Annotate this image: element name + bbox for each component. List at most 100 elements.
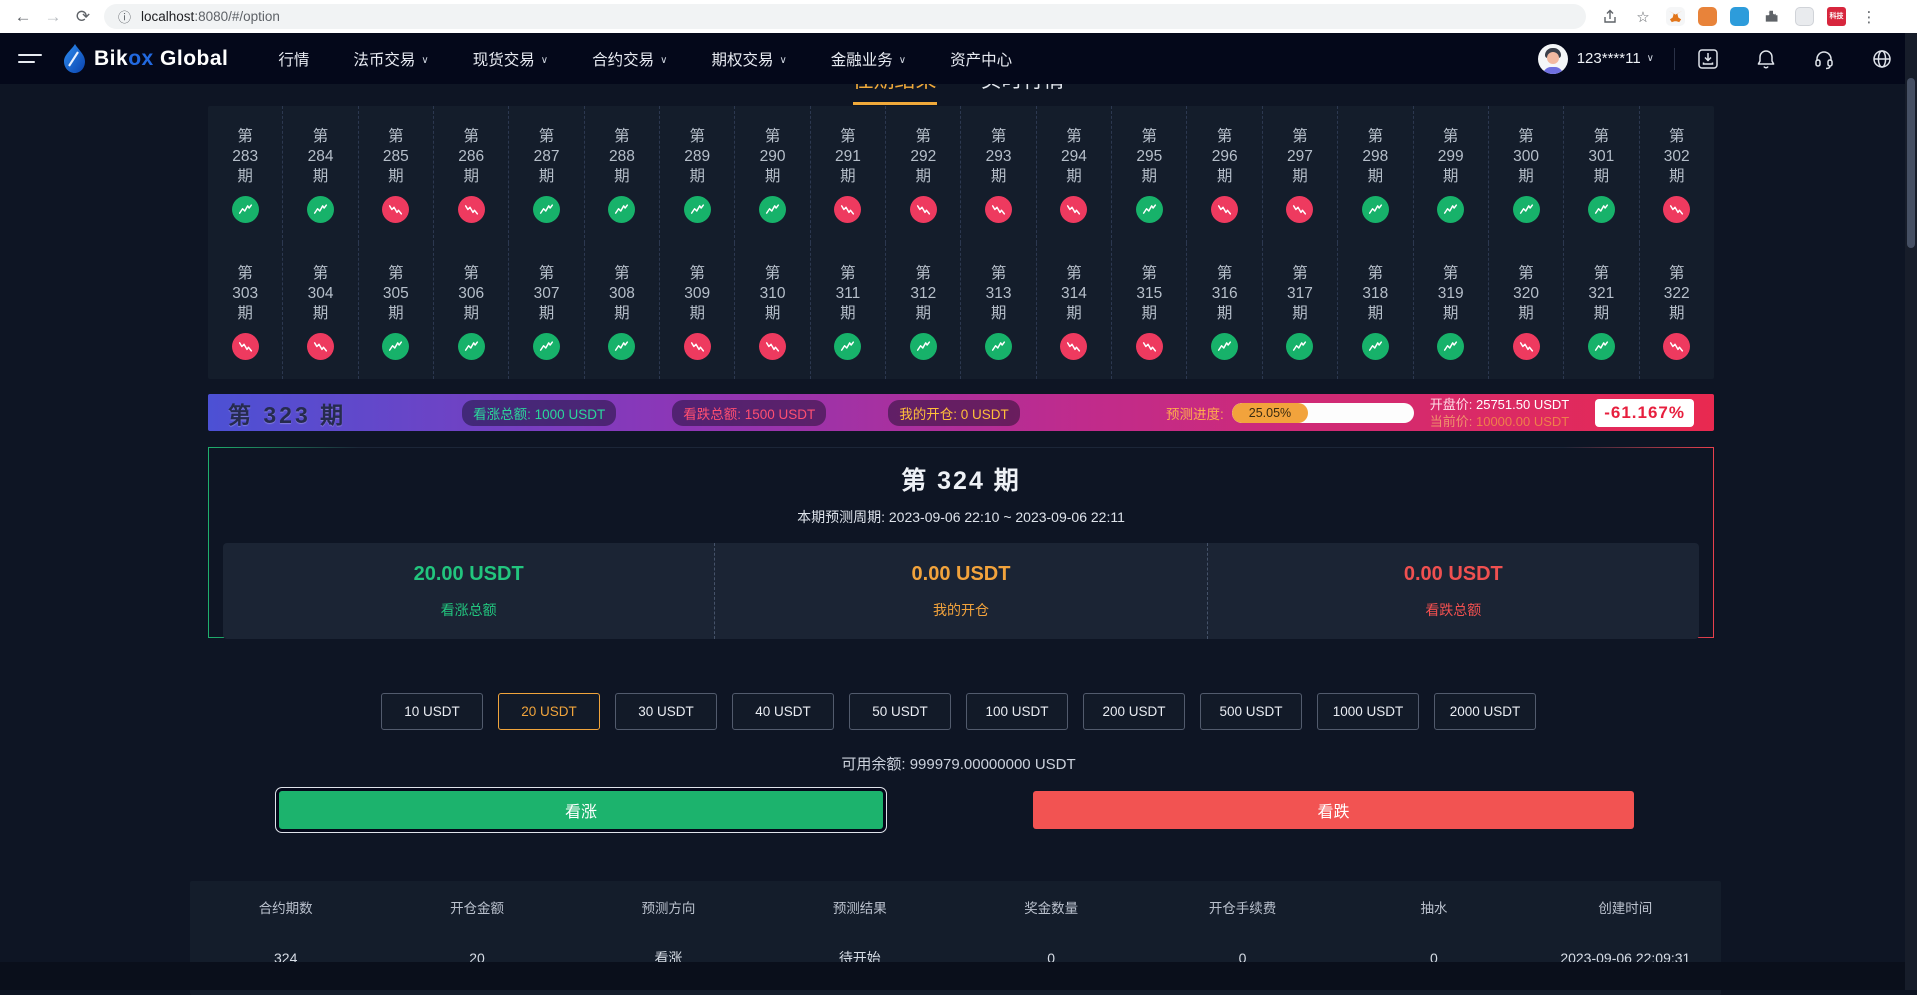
period-text: 期 <box>388 304 404 324</box>
browser-forward-icon[interactable]: → <box>38 7 68 27</box>
logo-text: Bikox Global <box>94 47 228 71</box>
my-open-badge: 我的开仓: 0 USDT <box>888 400 1020 426</box>
period-text: 304 <box>308 284 334 304</box>
sidebar-extension-icon[interactable] <box>1795 7 1814 26</box>
browser-reload-icon[interactable]: ⟳ <box>68 7 98 27</box>
period-text: 期 <box>614 167 630 187</box>
change-percent-badge: -61.167% <box>1595 399 1694 427</box>
support-headset-icon[interactable] <box>1813 48 1835 70</box>
nav-item-2[interactable]: 现货交易∨ <box>473 48 548 70</box>
buy-up-button[interactable]: 看涨 <box>279 791 883 829</box>
period-cell-301: 第301期 <box>1564 106 1639 243</box>
nav-item-5[interactable]: 金融业务∨ <box>831 48 906 70</box>
period-cell-322: 第322期 <box>1640 243 1714 380</box>
period-text: 第 <box>463 127 479 147</box>
trend-up-icon <box>985 333 1012 360</box>
amount-button-10[interactable]: 10 USDT <box>381 693 483 730</box>
language-globe-icon[interactable] <box>1871 48 1893 70</box>
blue-extension-icon[interactable] <box>1730 7 1749 26</box>
period-text: 第 <box>991 264 1007 284</box>
period-323-banner: 第 323 期 看涨总额: 1000 USDT 看跌总额: 1500 USDT … <box>208 394 1714 431</box>
trend-up-icon <box>1362 333 1389 360</box>
browser-back-icon[interactable]: ← <box>8 7 38 27</box>
period-text: 第 <box>1368 127 1384 147</box>
site-logo[interactable]: Bikox Global <box>62 44 228 74</box>
amount-button-1000[interactable]: 1000 USDT <box>1317 693 1419 730</box>
progress-bar: 25.05% <box>1232 403 1414 423</box>
period-cell-307: 第307期 <box>509 243 584 380</box>
trend-down-icon <box>1286 196 1313 223</box>
chevron-down-icon: ∨ <box>541 55 548 66</box>
period-text: 期 <box>916 167 932 187</box>
current-period-section: 第 324 期 本期预测周期: 2023-09-06 22:10 ~ 2023-… <box>208 447 1714 638</box>
user-menu-caret-icon[interactable]: ∨ <box>1647 53 1654 64</box>
period-text: 314 <box>1061 284 1087 304</box>
period-text: 第 <box>463 264 479 284</box>
period-text: 第 <box>1217 127 1233 147</box>
trend-up-icon <box>1513 196 1540 223</box>
period-text: 期 <box>313 167 329 187</box>
trend-up-icon <box>608 333 635 360</box>
period-text: 期 <box>991 304 1007 324</box>
nav-item-3[interactable]: 合约交易∨ <box>592 48 667 70</box>
period-text: 296 <box>1212 147 1238 167</box>
period-cell-304: 第304期 <box>283 243 358 380</box>
amount-button-40[interactable]: 40 USDT <box>732 693 834 730</box>
amount-button-100[interactable]: 100 USDT <box>966 693 1068 730</box>
download-app-icon[interactable] <box>1697 48 1719 70</box>
option-trading-page: 往期结果 实时行情 第283期第284期第285期第286期第287期第288期… <box>0 33 1917 990</box>
amount-button-500[interactable]: 500 USDT <box>1200 693 1302 730</box>
divider <box>1674 48 1675 70</box>
buy-down-button[interactable]: 看跌 <box>1033 791 1634 829</box>
table-header-row: 合约期数开仓金额预测方向预测结果奖金数量开仓手续费抽水创建时间 <box>190 887 1721 927</box>
period-text: 期 <box>1217 304 1233 324</box>
period-text: 第 <box>1368 264 1384 284</box>
prediction-progress: 预测进度: 25.05% <box>1166 403 1414 423</box>
nav-item-4[interactable]: 期权交易∨ <box>711 48 786 70</box>
bookmark-star-icon[interactable]: ☆ <box>1633 7 1653 27</box>
amount-button-30[interactable]: 30 USDT <box>615 693 717 730</box>
period-text: 288 <box>609 147 635 167</box>
extensions-puzzle-icon[interactable] <box>1762 7 1782 27</box>
period-cell-313: 第313期 <box>961 243 1036 380</box>
nav-item-1[interactable]: 法币交易∨ <box>353 48 428 70</box>
hamburger-menu-icon[interactable] <box>18 49 44 68</box>
user-name[interactable]: 123****11 <box>1577 50 1641 67</box>
amount-button-50[interactable]: 50 USDT <box>849 693 951 730</box>
period-text: 第 <box>1443 264 1459 284</box>
amount-button-20[interactable]: 20 USDT <box>498 693 600 730</box>
current-period-title: 第 324 期 <box>209 461 1713 497</box>
trend-up-icon <box>834 333 861 360</box>
page-info-icon[interactable]: ⓘ <box>118 7 131 26</box>
period-row-1: 第283期第284期第285期第286期第287期第288期第289期第290期… <box>208 106 1714 243</box>
share-icon[interactable] <box>1600 7 1620 27</box>
period-cell-298: 第298期 <box>1338 106 1413 243</box>
trend-down-icon <box>458 196 485 223</box>
nav-item-0[interactable]: 行情 <box>278 48 309 70</box>
address-bar[interactable]: ⓘ localhost:8080/#/option <box>104 4 1586 29</box>
orange-extension-icon[interactable] <box>1698 7 1717 26</box>
period-text: 第 <box>1443 127 1459 147</box>
scrollbar-thumb[interactable] <box>1907 78 1915 248</box>
period-text: 306 <box>458 284 484 304</box>
amount-button-200[interactable]: 200 USDT <box>1083 693 1185 730</box>
stat-label: 我的开仓 <box>933 600 989 620</box>
period-text: 300 <box>1513 147 1539 167</box>
stat-up: 20.00 USDT看涨总额 <box>223 543 714 639</box>
amount-button-2000[interactable]: 2000 USDT <box>1434 693 1536 730</box>
period-text: 317 <box>1287 284 1313 304</box>
period-cell-303: 第303期 <box>208 243 283 380</box>
metamask-extension-icon[interactable] <box>1666 7 1685 26</box>
profile-badge-icon[interactable]: 科技 <box>1827 7 1846 26</box>
browser-menu-icon[interactable]: ⋮ <box>1859 7 1879 27</box>
table-header-cell: 奖金数量 <box>956 897 1147 917</box>
period-text: 312 <box>910 284 936 304</box>
user-avatar[interactable] <box>1538 44 1568 74</box>
period-text: 316 <box>1212 284 1238 304</box>
period-text: 第 <box>1594 264 1610 284</box>
trend-up-icon <box>608 196 635 223</box>
stat-value: 0.00 USDT <box>912 563 1011 586</box>
notifications-bell-icon[interactable] <box>1755 48 1777 70</box>
period-cell-296: 第296期 <box>1187 106 1262 243</box>
nav-item-6[interactable]: 资产中心 <box>950 48 1012 70</box>
